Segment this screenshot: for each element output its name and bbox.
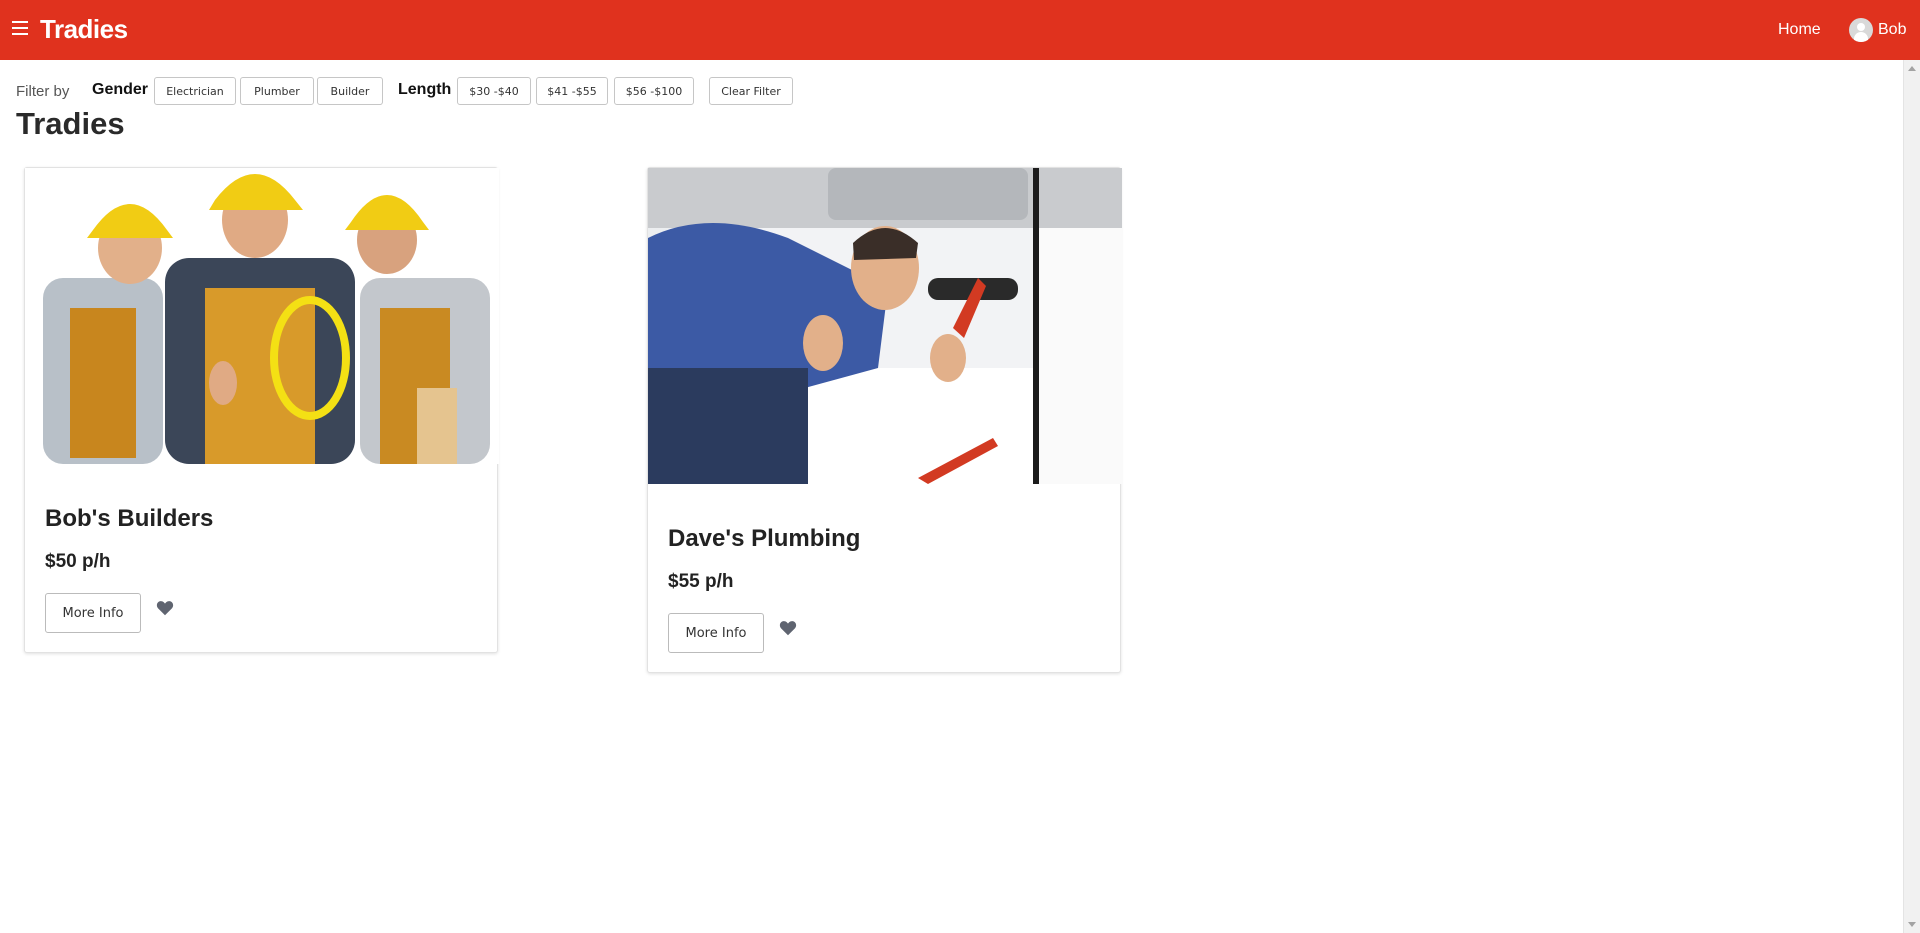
filter-electrician-button[interactable]: Electrician <box>154 77 236 105</box>
filter-price-41-55-button[interactable]: $41 -$55 <box>536 77 608 105</box>
more-info-button[interactable]: More Info <box>45 593 141 633</box>
heart-icon[interactable] <box>156 600 174 616</box>
user-menu[interactable]: Bob <box>1849 18 1906 42</box>
card-price: $55 p/h <box>668 571 734 592</box>
page-title: Tradies <box>16 106 125 141</box>
card-price: $50 p/h <box>45 551 111 572</box>
card-title[interactable]: Bob's Builders <box>45 505 213 533</box>
more-info-button[interactable]: More Info <box>668 613 764 653</box>
scroll-up-arrow-icon[interactable] <box>1908 66 1916 71</box>
filter-bar: Filter by Gender Electrician Plumber Bui… <box>16 77 916 107</box>
filter-by-label: Filter by <box>16 83 70 100</box>
user-name: Bob <box>1878 21 1907 38</box>
tradie-card: Dave's Plumbing $55 p/h More Info <box>647 167 1122 673</box>
gender-label: Gender <box>92 81 149 98</box>
filter-price-56-100-button[interactable]: $56 -$100 <box>614 77 694 105</box>
hamburger-menu-icon[interactable] <box>12 21 28 35</box>
tradie-photo[interactable] <box>648 168 1122 484</box>
nav-home-link[interactable]: Home <box>1778 21 1821 39</box>
tradie-card: Bob's Builders $50 p/h More Info <box>24 167 499 653</box>
clear-filter-button[interactable]: Clear Filter <box>709 77 793 105</box>
card-title[interactable]: Dave's Plumbing <box>668 525 860 553</box>
filter-price-30-40-button[interactable]: $30 -$40 <box>457 77 531 105</box>
filter-builder-button[interactable]: Builder <box>317 77 383 105</box>
vertical-scrollbar[interactable] <box>1903 60 1920 933</box>
length-label: Length <box>398 81 452 98</box>
avatar-icon <box>1849 18 1873 42</box>
brand-logo[interactable]: Tradies <box>40 14 128 45</box>
tradie-photo[interactable] <box>25 168 499 464</box>
filter-plumber-button[interactable]: Plumber <box>240 77 314 105</box>
heart-icon[interactable] <box>779 620 797 636</box>
top-navbar: Tradies Home Bob <box>0 0 1920 60</box>
scroll-down-arrow-icon[interactable] <box>1908 922 1916 927</box>
